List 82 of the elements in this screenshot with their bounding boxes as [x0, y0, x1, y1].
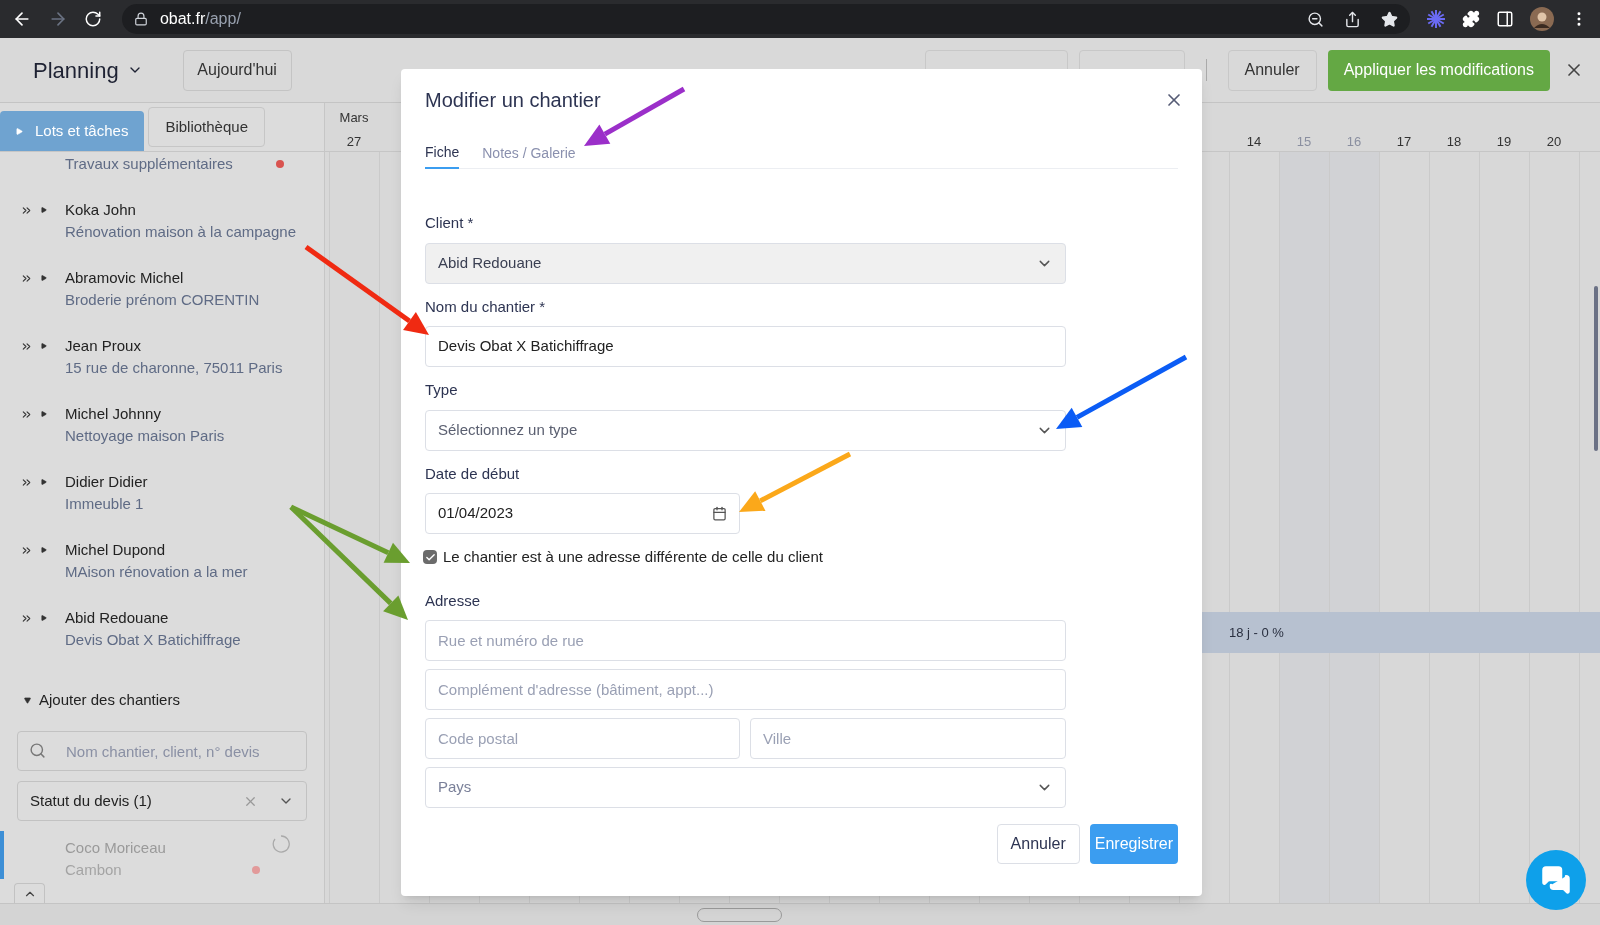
loading-icon: [272, 835, 290, 853]
zoom-out-icon[interactable]: [1307, 10, 1325, 28]
expand-caret-icon[interactable]: [41, 207, 47, 213]
day-label: 19: [1496, 132, 1512, 151]
select-value: Abid Redouane: [438, 252, 543, 273]
month-label: Mars: [339, 109, 369, 127]
starburst-icon[interactable]: [1426, 9, 1447, 29]
today-button[interactable]: Aujourd'hui: [182, 49, 292, 91]
client-name: Michel Dupond: [65, 540, 167, 560]
search-field[interactable]: Nom chantier, client, n° devis: [17, 731, 307, 771]
site-name: 15 rue de charonne, 75011 Paris: [65, 358, 283, 378]
calendar-icon[interactable]: [712, 506, 727, 521]
day-label: 15: [1296, 132, 1312, 151]
url-path: /app/: [205, 9, 241, 29]
client-name: Abid Redouane: [65, 608, 170, 628]
client-name: Coco Moriceau: [65, 838, 167, 858]
expand-caret-icon[interactable]: [41, 479, 47, 485]
page-title: Planning: [33, 56, 119, 85]
cancel-button[interactable]: Annuler: [1227, 49, 1317, 91]
expand-caret-icon[interactable]: [41, 547, 47, 553]
checkbox[interactable]: [423, 550, 437, 565]
day-label: 14: [1246, 132, 1262, 151]
field-label: Adresse: [425, 590, 482, 611]
status-filter[interactable]: Statut du devis (1): [17, 781, 307, 821]
day-label: 16: [1346, 132, 1362, 151]
site-name: Broderie prénom CORENTIN: [65, 290, 260, 310]
client-name: Michel Johnny: [65, 404, 162, 424]
expand-caret-icon[interactable]: [41, 343, 47, 349]
address-complement-field[interactable]: Complément d'adresse (bâtiment, appt...): [425, 669, 1066, 710]
sidebar-tab[interactable]: Bibliothèque: [148, 107, 265, 147]
sidebar-icon[interactable]: [1496, 10, 1515, 28]
date-value: 01/04/2023: [438, 503, 515, 524]
section-title: Ajouter des chantiers: [39, 689, 180, 710]
expand-caret-icon[interactable]: [41, 275, 47, 281]
chat-icon: [1541, 865, 1571, 895]
address-bar[interactable]: obat.fr/app/: [121, 4, 1411, 34]
client-name: Didier Didier: [65, 472, 148, 492]
day-label: 18: [1446, 132, 1462, 151]
reload-icon[interactable]: [83, 10, 102, 28]
dialog-title: Modifier un chantier: [425, 88, 602, 113]
client-name: Koka John: [65, 200, 137, 220]
date-field[interactable]: 01/04/2023: [425, 493, 740, 534]
field-label: Date de début: [425, 463, 521, 484]
street-field[interactable]: Rue et numéro de rue: [425, 620, 1066, 661]
url-host: obat.fr: [159, 9, 206, 29]
field-label: Type: [425, 380, 459, 400]
dialog-tab[interactable]: Fiche: [425, 137, 460, 169]
caret-icon: [16, 127, 23, 135]
day-label: 17: [1396, 132, 1412, 151]
scrollbar-thumb[interactable]: [1594, 286, 1598, 451]
checkbox-label: Le chantier est à une adresse différente de celle du client: [443, 547, 823, 567]
puzzle-icon[interactable]: [1462, 10, 1481, 28]
cancel-button[interactable]: Annuler: [996, 824, 1080, 864]
country-select[interactable]: Pays: [425, 767, 1066, 808]
site-name: Rénovation maison à la campagne: [65, 222, 296, 242]
filter-value: Statut du devis (1): [30, 790, 153, 811]
site-name: MAison rénovation a la mer: [65, 562, 248, 582]
site-name: Nettoyage maison Paris: [65, 426, 225, 446]
expand-caret-icon[interactable]: [41, 615, 47, 621]
site-name: Cambon: [65, 860, 123, 880]
expand-caret-icon[interactable]: [24, 696, 31, 704]
day-label: 20: [1546, 132, 1562, 151]
site-name: Immeuble 1: [65, 494, 145, 514]
postal-code-field[interactable]: Code postal: [425, 718, 740, 759]
star-icon[interactable]: [1381, 10, 1399, 28]
task-name: Travaux supplémentaires: [65, 153, 234, 174]
client-name: Abramovic Michel: [65, 268, 185, 288]
day-label: 27: [346, 132, 362, 151]
select-field[interactable]: Sélectionnez un type: [425, 409, 1066, 451]
select-placeholder: Pays: [438, 777, 473, 798]
lock-icon: [133, 12, 148, 26]
avatar-icon[interactable]: [1530, 7, 1554, 31]
expand-caret-icon[interactable]: [41, 411, 47, 417]
city-field[interactable]: Ville: [750, 718, 1066, 759]
text-field[interactable]: Devis Obat X Batichiffrage: [425, 326, 1066, 367]
search-icon: [29, 742, 46, 759]
share-icon[interactable]: [1344, 10, 1362, 28]
client-name: Jean Proux: [65, 336, 142, 356]
site-name: Devis Obat X Batichiffrage: [65, 630, 241, 650]
field-label: Client *: [425, 213, 475, 233]
select-placeholder: Sélectionnez un type: [438, 419, 579, 440]
field-label: Nom du chantier *: [425, 296, 547, 317]
